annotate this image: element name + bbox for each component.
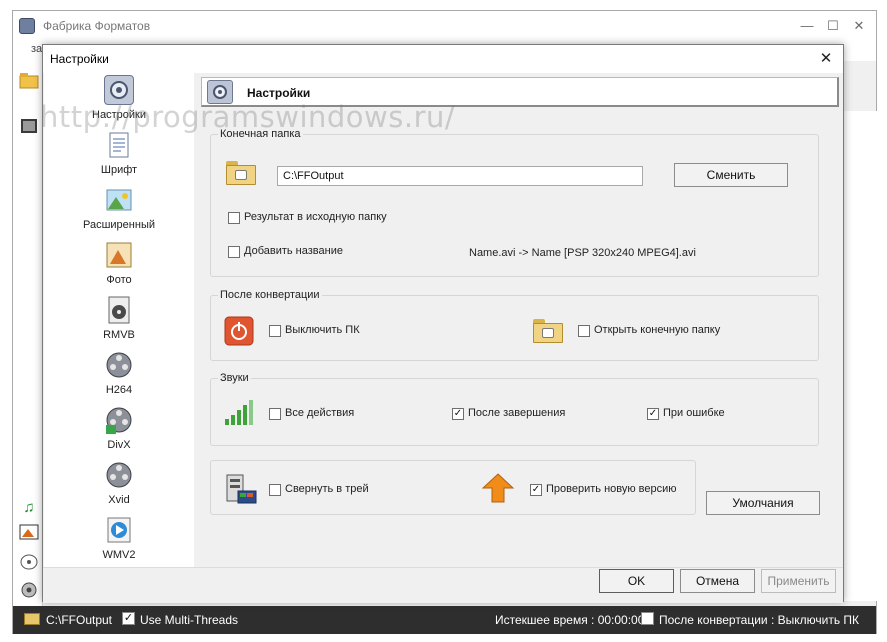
elapsed-time: Истекшее время : 00:00:00 bbox=[495, 613, 645, 627]
tools-icon[interactable] bbox=[19, 581, 39, 599]
multithreads-checkbox[interactable]: ✓ bbox=[122, 612, 135, 625]
advanced-icon bbox=[104, 185, 134, 215]
power-icon bbox=[224, 316, 254, 346]
folder-icon[interactable] bbox=[24, 613, 40, 625]
sidebar-item-label: Расширенный bbox=[83, 219, 155, 231]
settings-icon bbox=[104, 75, 134, 105]
sidebar-item-h264[interactable]: H264 bbox=[44, 350, 194, 405]
checkbox-box[interactable] bbox=[578, 325, 590, 337]
video-icon[interactable] bbox=[19, 117, 39, 135]
checkbox-box[interactable] bbox=[269, 325, 281, 337]
checkbox-box[interactable] bbox=[269, 484, 281, 496]
update-arrow-icon bbox=[481, 473, 515, 503]
sidebar-item-label: Xvid bbox=[108, 494, 130, 506]
minimize-icon[interactable]: — bbox=[795, 15, 819, 37]
folder-icon bbox=[226, 161, 256, 185]
checkbox-label: После завершения bbox=[468, 407, 566, 419]
picture-icon[interactable] bbox=[19, 523, 39, 541]
sidebar-item-settings[interactable]: Настройки bbox=[44, 75, 194, 130]
dialog-title: Настройки bbox=[50, 52, 109, 66]
main-left-panel: ♫ bbox=[13, 61, 43, 606]
settings-header-title: Настройки bbox=[247, 86, 311, 100]
output-path-field[interactable]: C:\FFOutput bbox=[277, 166, 643, 186]
rmvb-icon bbox=[104, 295, 134, 325]
disc-icon[interactable] bbox=[19, 553, 39, 571]
film-reel-icon bbox=[104, 405, 134, 435]
checkbox-label: При ошибке bbox=[663, 407, 725, 419]
sidebar-item-label: Шрифт bbox=[100, 164, 138, 176]
font-icon bbox=[104, 130, 134, 160]
checkbox-label: Свернуть в трей bbox=[285, 483, 369, 495]
after-conversion-checkbox[interactable] bbox=[641, 612, 654, 625]
checkbox-label: Открыть конечную папку bbox=[594, 324, 721, 336]
sidebar-item-label: RMVB bbox=[103, 329, 135, 341]
group-title: После конвертации bbox=[218, 289, 322, 301]
apply-button[interactable]: Применить bbox=[761, 569, 836, 593]
sidebar-item-label: DivX bbox=[107, 439, 131, 451]
film-reel-icon bbox=[104, 460, 134, 490]
dialog-titlebar: Настройки ✕ bbox=[43, 45, 843, 73]
film-reel-icon bbox=[104, 350, 134, 380]
main-window-title: Фабрика Форматов bbox=[43, 19, 151, 33]
sidebar-item-advanced[interactable]: Расширенный bbox=[44, 185, 194, 240]
output-folder-group: Конечная папка C:\FFOutput Сменить Резул… bbox=[210, 128, 819, 277]
sidebar-item-label: H264 bbox=[105, 384, 133, 396]
multithreads-label: Use Multi-Threads bbox=[140, 613, 239, 627]
checkbox-box[interactable]: ✓ bbox=[647, 408, 659, 420]
settings-dialog: Настройки ✕ Настройки Шрифт Расширенный bbox=[42, 44, 844, 603]
sidebar-item-divx[interactable]: DivX bbox=[44, 405, 194, 460]
dialog-button-bar: OK Отмена Применить bbox=[43, 567, 843, 603]
checkbox-box[interactable]: ✓ bbox=[452, 408, 464, 420]
misc-group: Свернуть в трей ✓ Проверить новую версию bbox=[210, 460, 696, 515]
sidebar-item-rmvb[interactable]: RMVB bbox=[44, 295, 194, 350]
menu-item-task[interactable]: за bbox=[31, 43, 42, 55]
settings-sidebar: Настройки Шрифт Расширенный Фото RMVB H2… bbox=[44, 73, 194, 581]
wmv-icon bbox=[104, 515, 134, 545]
sounds-group: Звуки Все действия ✓ После завершения ✓ … bbox=[210, 372, 819, 446]
sidebar-item-label: Настройки bbox=[92, 109, 146, 121]
sidebar-item-wmv2[interactable]: WMV2 bbox=[44, 515, 194, 570]
sidebar-item-label: WMV2 bbox=[102, 549, 136, 561]
checkbox-label: Все действия bbox=[285, 407, 355, 419]
sidebar-item-font[interactable]: Шрифт bbox=[44, 130, 194, 185]
app-icon bbox=[19, 18, 35, 34]
checkbox-label: Выключить ПК bbox=[285, 324, 360, 336]
ok-button[interactable]: OK bbox=[599, 569, 674, 593]
group-title: Конечная папка bbox=[218, 128, 303, 140]
checkbox-box[interactable] bbox=[228, 212, 240, 224]
folder-icon[interactable] bbox=[19, 71, 39, 89]
folder-icon bbox=[533, 319, 563, 343]
settings-header: Настройки bbox=[201, 77, 839, 107]
checkbox-box[interactable] bbox=[228, 246, 240, 258]
checkbox-box[interactable] bbox=[269, 408, 281, 420]
change-folder-button[interactable]: Сменить bbox=[674, 163, 788, 187]
group-title: Звуки bbox=[218, 372, 251, 384]
sidebar-item-xvid[interactable]: Xvid bbox=[44, 460, 194, 515]
checkbox-label: Добавить название bbox=[244, 245, 343, 257]
cancel-button[interactable]: Отмена bbox=[680, 569, 755, 593]
after-conversion-status: После конвертации : Выключить ПК bbox=[659, 613, 860, 627]
checkbox-label: Проверить новую версию bbox=[546, 483, 677, 495]
checkbox-box[interactable]: ✓ bbox=[530, 484, 542, 496]
status-bar: C:\FFOutput ✓ Use Multi-Threads Истекшее… bbox=[13, 606, 876, 634]
defaults-button[interactable]: Умолчания bbox=[706, 491, 820, 515]
close-icon[interactable]: ✕ bbox=[815, 48, 837, 70]
sidebar-item-photo[interactable]: Фото bbox=[44, 240, 194, 295]
status-output-folder[interactable]: C:\FFOutput bbox=[46, 613, 112, 627]
settings-icon bbox=[207, 80, 233, 104]
close-icon[interactable]: ✕ bbox=[847, 15, 871, 37]
maximize-icon[interactable]: ☐ bbox=[821, 15, 845, 37]
name-example: Name.avi -> Name [PSP 320x240 MPEG4].avi bbox=[469, 247, 696, 259]
main-task-list bbox=[843, 111, 877, 601]
photo-icon bbox=[104, 240, 134, 270]
checkbox-label: Результат в исходную папку bbox=[244, 211, 387, 223]
after-conversion-group: После конвертации Выключить ПК Открыть к… bbox=[210, 289, 819, 361]
main-titlebar: Фабрика Форматов — ☐ ✕ bbox=[13, 11, 876, 41]
audio-icon[interactable]: ♫ bbox=[19, 499, 39, 517]
volume-bars-icon bbox=[224, 399, 254, 427]
sidebar-item-label: Фото bbox=[106, 274, 132, 286]
tray-icon bbox=[224, 473, 258, 505]
